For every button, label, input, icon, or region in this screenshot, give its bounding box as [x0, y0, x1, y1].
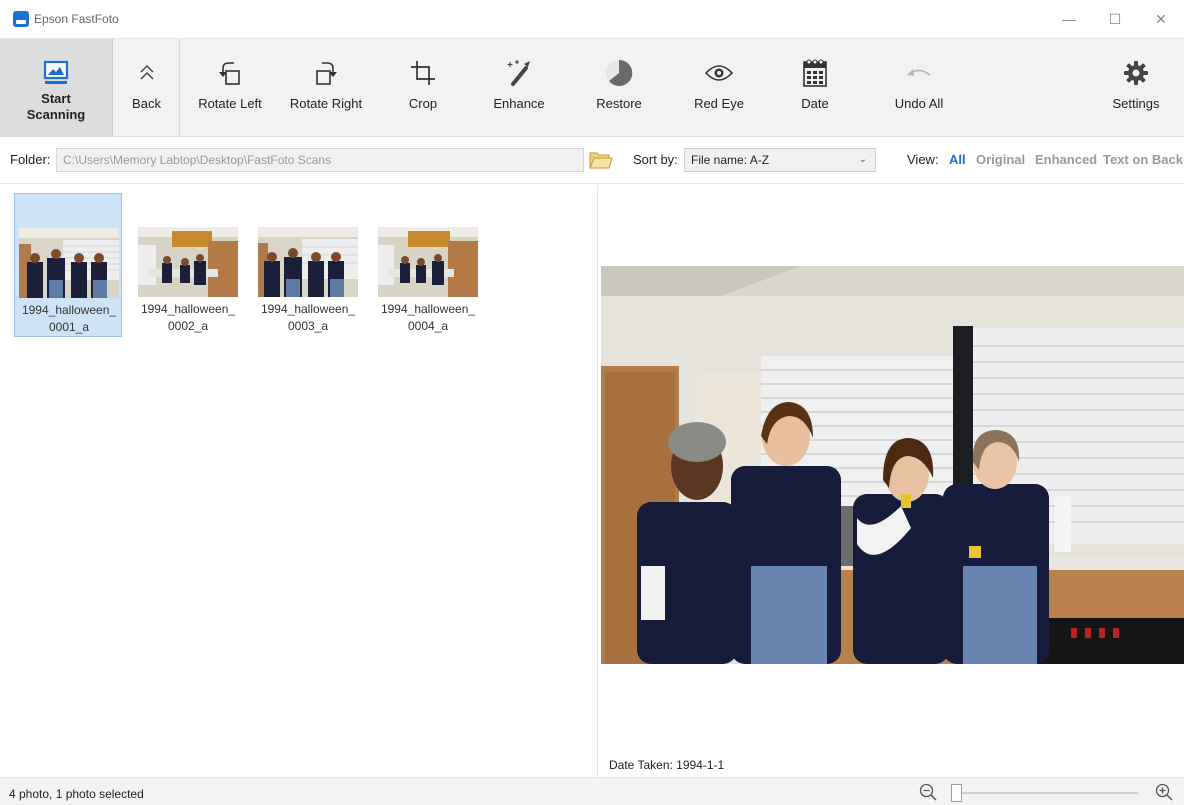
folder-row: Folder: C:\Users\Memory Labtop\Desktop\F…: [0, 138, 1184, 184]
view-option-original[interactable]: Original: [976, 152, 1025, 167]
zoom-out-icon[interactable]: [919, 783, 937, 801]
view-option-all[interactable]: All: [949, 152, 966, 167]
photo-thumbnail-image: [19, 228, 119, 298]
rotate-right-button[interactable]: Rotate Right: [280, 39, 372, 137]
back-button[interactable]: Back: [114, 39, 180, 137]
red-eye-button[interactable]: Red Eye: [680, 39, 758, 137]
enhance-button[interactable]: Enhance: [480, 39, 558, 137]
enhance-label: Enhance: [493, 96, 545, 111]
restore-icon: [604, 53, 634, 93]
photo-filename: 1994_halloween_ 0001_a: [21, 303, 117, 334]
restore-label: Restore: [596, 96, 642, 111]
photo-thumbnail-image: [378, 227, 478, 297]
photo-thumbnail[interactable]: 1994_halloween_ 0002_a: [134, 193, 242, 337]
view-option-text-on-back[interactable]: Text on Back: [1103, 152, 1183, 167]
undo-all-button[interactable]: Undo All: [874, 39, 964, 137]
sort-label: Sort by:: [633, 152, 678, 167]
title-bar: Epson FastFoto — ☐ ✕: [0, 0, 1184, 38]
sort-dropdown[interactable]: File name: A-Z ⌄: [684, 148, 876, 172]
date-taken-label: Date Taken: 1994-1-1: [609, 758, 725, 772]
settings-label: Settings: [1112, 96, 1160, 111]
chevron-down-icon: ⌄: [858, 154, 867, 165]
scanner-icon: [43, 53, 69, 93]
app-logo-icon: [13, 11, 29, 27]
photo-thumbnail-image: [138, 227, 238, 297]
red-eye-label: Red Eye: [694, 96, 744, 111]
close-button[interactable]: ✕: [1138, 0, 1184, 38]
sort-selected-value: File name: A-Z: [691, 153, 770, 167]
folder-path-field[interactable]: C:\Users\Memory Labtop\Desktop\FastFoto …: [56, 148, 584, 172]
rotate-right-label: Rotate Right: [289, 96, 363, 111]
status-bar: 4 photo, 1 photo selected: [0, 777, 1184, 805]
double-chevron-up-icon: [139, 53, 155, 93]
rotate-left-icon: [216, 53, 244, 93]
undo-all-label: Undo All: [894, 96, 944, 111]
photo-thumbnail[interactable]: 1994_halloween_ 0001_a: [14, 193, 122, 337]
back-label: Back: [132, 96, 161, 111]
thumbnail-grid: 1994_halloween_ 0001_a 1994_halloween_ 0…: [0, 185, 598, 777]
photo-filename: 1994_halloween_ 0002_a: [140, 302, 236, 333]
folder-icon[interactable]: [589, 150, 613, 170]
start-scanning-button[interactable]: Start Scanning: [0, 39, 113, 137]
restore-button[interactable]: Restore: [580, 39, 658, 137]
preview-pane: Date Taken: 1994-1-1: [599, 185, 1184, 777]
calendar-icon: [802, 53, 828, 93]
date-button[interactable]: Date: [776, 39, 854, 137]
view-label: View:: [907, 152, 939, 167]
app-title: Epson FastFoto: [34, 12, 119, 26]
photo-thumbnail[interactable]: 1994_halloween_ 0004_a: [374, 193, 482, 337]
zoom-slider-handle[interactable]: [951, 784, 962, 802]
undo-icon: [904, 53, 934, 93]
crop-icon: [409, 53, 437, 93]
start-scanning-label: Start Scanning: [26, 91, 86, 122]
eye-icon: [704, 53, 734, 93]
magic-wand-icon: [504, 53, 534, 93]
toolbar: Start Scanning Back Rotate Left Rotate R…: [0, 38, 1184, 137]
zoom-in-icon[interactable]: [1155, 783, 1173, 801]
rotate-left-label: Rotate Left: [198, 96, 262, 111]
photo-filename: 1994_halloween_ 0003_a: [260, 302, 356, 333]
selection-status: 4 photo, 1 photo selected: [9, 787, 144, 801]
settings-button[interactable]: Settings: [1096, 39, 1176, 137]
maximize-button[interactable]: ☐: [1092, 0, 1138, 38]
rotate-right-icon: [312, 53, 340, 93]
photo-thumbnail-image: [258, 227, 358, 297]
gear-icon: [1123, 53, 1149, 93]
rotate-left-button[interactable]: Rotate Left: [184, 39, 276, 137]
crop-label: Crop: [408, 96, 438, 111]
folder-label: Folder:: [10, 152, 51, 167]
photo-preview-image: [601, 266, 1184, 664]
crop-button[interactable]: Crop: [384, 39, 462, 137]
date-label: Date: [801, 96, 829, 111]
minimize-button[interactable]: —: [1046, 0, 1092, 38]
photo-filename: 1994_halloween_ 0004_a: [380, 302, 476, 333]
window-controls: — ☐ ✕: [1046, 0, 1184, 38]
zoom-slider-track[interactable]: [962, 792, 1138, 794]
view-option-enhanced[interactable]: Enhanced: [1035, 152, 1097, 167]
photo-thumbnail[interactable]: 1994_halloween_ 0003_a: [254, 193, 362, 337]
